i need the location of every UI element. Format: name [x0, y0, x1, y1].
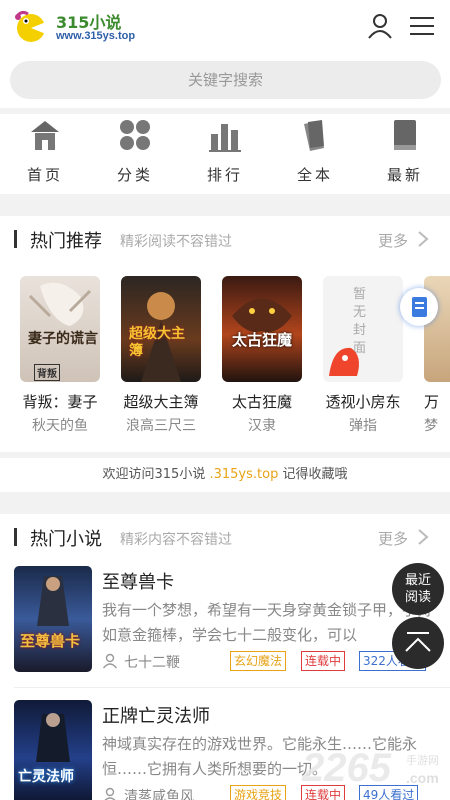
- nav-label: 排行: [206, 166, 243, 184]
- book-card[interactable]: 超级大主簿 超级大主簿 浪高三尺三: [121, 276, 201, 446]
- book-cover[interactable]: 亡灵法师: [14, 700, 92, 800]
- nav-label: 全本: [296, 166, 333, 184]
- nav-item-latest[interactable]: 最新: [375, 114, 435, 194]
- nav-label: 首页: [26, 166, 63, 184]
- book-card[interactable]: 妻子的谎言 背叛 背叛：妻子 秋天的鱼: [20, 276, 100, 446]
- welcome-domain[interactable]: .315ys.top: [209, 467, 278, 482]
- book-author: 秋天的鱼: [32, 418, 88, 434]
- site-logo[interactable]: 315小说 www.315ys.top: [14, 8, 140, 46]
- section-title: 热门推荐: [30, 231, 102, 252]
- novel-description: 我有一个梦想，希望有一天身穿黄金锁子甲，手持如意金箍棒，学会七十二般变化，可以: [102, 601, 433, 644]
- book-title[interactable]: 万: [424, 391, 450, 412]
- novel-title[interactable]: 正牌亡灵法师: [102, 702, 210, 728]
- novel-author: 七十二鞭: [124, 655, 180, 671]
- category-grid-icon: [120, 120, 150, 150]
- cover-mascot-icon: [329, 347, 359, 376]
- list-item[interactable]: 至尊兽卡 至尊兽卡 我有一个梦想，希望有一天身穿黄金锁子甲，手持如意金箍棒，学会…: [0, 554, 450, 688]
- cover-title: 超级大主簿: [129, 326, 185, 359]
- genre-tag[interactable]: 游戏竞技: [230, 785, 287, 800]
- nav-item-home[interactable]: 首页: [15, 114, 75, 194]
- section-title: 热门小说: [30, 529, 102, 550]
- search-bar-container: 关键字搜索: [0, 52, 450, 108]
- nav-label: 分类: [116, 166, 153, 184]
- novel-author: 清蒸咸鱼风: [124, 789, 194, 800]
- cover-title: 亡灵法师: [18, 769, 74, 785]
- section-subtitle: 精彩阅读不容错过: [120, 234, 232, 250]
- section-bar: [14, 230, 17, 248]
- book-cover[interactable]: 妻子的谎言 背叛: [20, 276, 100, 382]
- cover-subtitle: 背叛: [34, 364, 60, 381]
- watermark-sub: 手游网: [406, 754, 439, 767]
- book-cover[interactable]: 太古狂魔: [222, 276, 302, 382]
- book-cover[interactable]: 暂无封面: [323, 276, 403, 382]
- top-header: 315小说 www.315ys.top: [0, 0, 450, 52]
- more-link[interactable]: 更多: [378, 230, 408, 251]
- book-card[interactable]: 暂无封面 透视小房东 弹指: [323, 276, 403, 446]
- complete-books-icon: [304, 120, 324, 151]
- home-icon: [31, 121, 59, 150]
- cover-title: 太古狂魔: [232, 331, 293, 349]
- section-subtitle: 精彩内容不容错过: [120, 532, 232, 548]
- watermark-url: .com: [406, 770, 439, 786]
- author-icon: [102, 653, 118, 669]
- chevron-right-icon[interactable]: [417, 230, 429, 248]
- book-author: 梦: [424, 418, 438, 434]
- book-author: 弹指: [349, 418, 377, 434]
- novel-meta: 七十二鞭 玄幻魔法 连载中 322人看过: [102, 651, 442, 673]
- user-icon[interactable]: [366, 12, 394, 40]
- book-title[interactable]: 透视小房东: [313, 391, 413, 412]
- book-author: 汉隶: [248, 418, 276, 434]
- book-title[interactable]: 背叛：妻子: [10, 391, 110, 412]
- back-to-top-button[interactable]: [392, 617, 444, 669]
- book-cover[interactable]: 超级大主簿: [121, 276, 201, 382]
- cover-title: 至尊兽卡: [20, 632, 81, 650]
- recent-reading-button[interactable]: 最近 阅读: [392, 563, 444, 615]
- author-icon: [104, 787, 116, 800]
- watermark-logo: 2265 手游网 .com: [298, 742, 450, 800]
- nav-label: 最新: [386, 166, 423, 184]
- book-author: 浪高三尺三: [126, 418, 196, 434]
- ranking-bars-icon: [209, 124, 241, 152]
- chevron-right-icon[interactable]: [417, 528, 429, 546]
- more-link[interactable]: 更多: [378, 528, 408, 549]
- welcome-suffix: 记得收藏哦: [282, 467, 348, 482]
- nav-item-complete[interactable]: 全本: [285, 114, 345, 194]
- recent-reading-label: 最近 阅读: [404, 573, 431, 605]
- status-badge: 连载中: [301, 651, 346, 671]
- novel-title[interactable]: 至尊兽卡: [102, 568, 174, 594]
- latest-book-icon: [394, 120, 416, 150]
- category-nav: 首页 分类 排行 全本 最新: [0, 114, 450, 194]
- nav-item-ranking[interactable]: 排行: [195, 114, 255, 194]
- book-title[interactable]: 超级大主簿: [111, 391, 211, 412]
- arrow-up-icon: [405, 632, 431, 652]
- genre-tag[interactable]: 玄幻魔法: [230, 651, 287, 671]
- cover-title: 妻子的谎言: [28, 331, 98, 347]
- cover-art: [37, 576, 69, 626]
- menu-icon[interactable]: [408, 13, 436, 39]
- cover-art: [28, 282, 92, 326]
- floating-bookmark-button[interactable]: [400, 288, 438, 326]
- book-card[interactable]: 太古狂魔 太古狂魔 汉隶: [222, 276, 302, 446]
- book-title[interactable]: 太古狂魔: [212, 391, 312, 412]
- search-input[interactable]: 关键字搜索: [10, 61, 441, 99]
- recommend-carousel[interactable]: 妻子的谎言 背叛 背叛：妻子 秋天的鱼 超级大主簿 超级大主簿 浪高三尺三 太古…: [0, 262, 450, 452]
- welcome-prefix: 欢迎访问315小说: [102, 467, 206, 482]
- section-bar: [14, 528, 17, 546]
- recommend-section-header: 热门推荐 精彩阅读不容错过 更多: [0, 216, 450, 262]
- note-icon: [412, 297, 427, 317]
- book-cover[interactable]: 至尊兽卡: [14, 566, 92, 672]
- logo-mascot-icon: [15, 10, 46, 42]
- watermark-text: 2265: [302, 746, 391, 790]
- nav-item-category[interactable]: 分类: [105, 114, 165, 194]
- cover-art: [232, 298, 292, 332]
- logo-url: www.315ys.top: [56, 30, 136, 42]
- welcome-banner: 欢迎访问315小说 .315ys.top 记得收藏哦: [0, 458, 450, 492]
